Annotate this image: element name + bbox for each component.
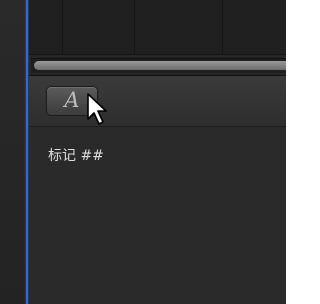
scrollbar-thumb[interactable]	[34, 61, 286, 70]
left-gutter	[0, 0, 27, 304]
divider	[29, 54, 286, 55]
playhead[interactable]	[26, 0, 28, 304]
timeline-ruler	[29, 0, 286, 54]
arrow-pointer-icon	[86, 93, 112, 127]
marker-label[interactable]: 标记 ##	[48, 145, 104, 165]
timeline-panel: A 标记 ##	[0, 0, 286, 304]
grid-line	[134, 0, 135, 54]
grid-line	[62, 0, 63, 54]
horizontal-scrollbar[interactable]	[31, 58, 286, 73]
grid-line	[222, 0, 223, 54]
